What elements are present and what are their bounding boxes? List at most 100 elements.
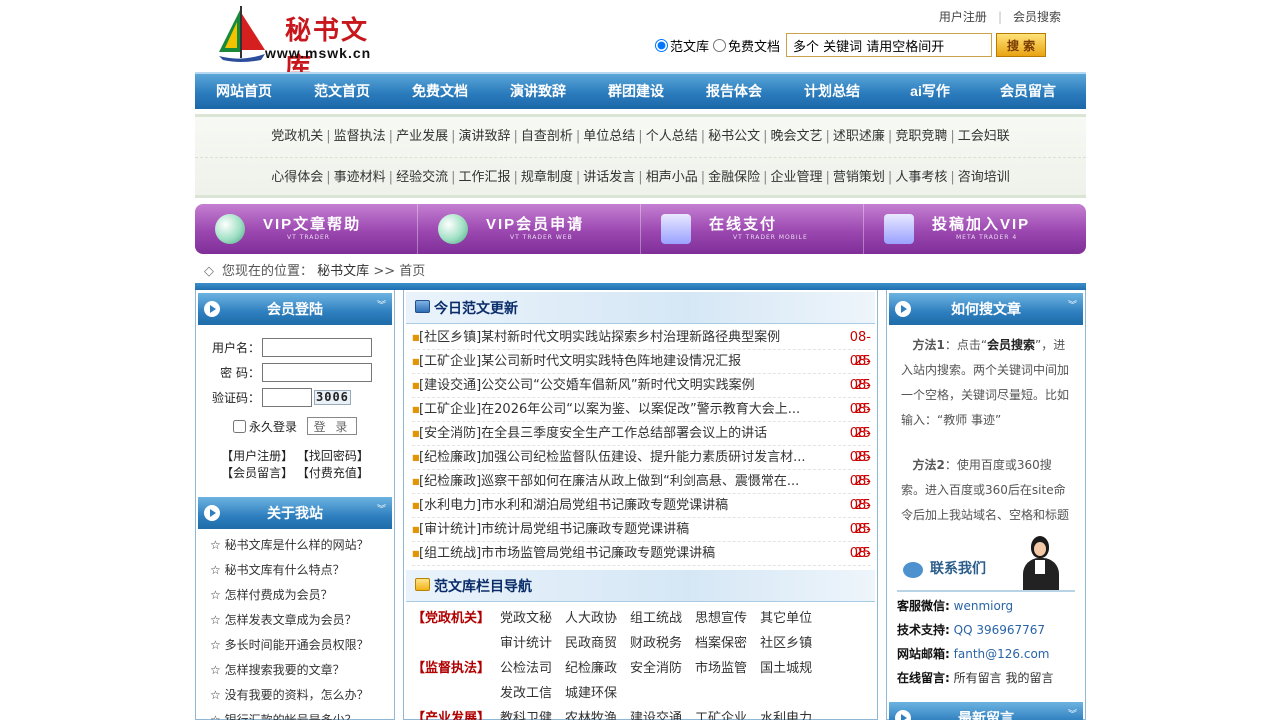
- catnav-link[interactable]: 思想宣传: [695, 606, 747, 631]
- message-links[interactable]: 所有留言 我的留言: [954, 671, 1054, 685]
- remember-checkbox[interactable]: [232, 419, 246, 433]
- subnav-link[interactable]: 金融保险: [708, 170, 760, 185]
- nav-group-building[interactable]: 群团建设: [587, 74, 685, 109]
- nav-reports[interactable]: 报告体会: [685, 74, 783, 109]
- news-item[interactable]: ■ [安全消防] 在全县三季度安全生产工作总结部署会议上的讲话 08-25: [412, 422, 871, 465]
- nav-fanwen-home[interactable]: 范文首页: [293, 74, 391, 109]
- catnav-link[interactable]: 水利电力: [760, 706, 812, 720]
- breadcrumb-home-link[interactable]: 秘书文库: [317, 264, 369, 279]
- subnav-link[interactable]: 述职述廉: [833, 129, 885, 144]
- subnav-link[interactable]: 营销策划: [833, 170, 885, 185]
- captcha-image[interactable]: 3006: [314, 390, 351, 405]
- news-title[interactable]: 市统计局党组书记廉政专题党课讲稿: [481, 518, 831, 541]
- news-category[interactable]: [审计统计]: [419, 518, 481, 541]
- vip-help-button[interactable]: VIP文章帮助 VT TRADER: [195, 204, 418, 254]
- news-title[interactable]: 市水利和湖泊局党组书记廉政专题党课讲稿: [481, 494, 831, 517]
- subnav-link[interactable]: 人事考核: [895, 170, 947, 185]
- catnav-link[interactable]: 教科卫健: [500, 706, 552, 720]
- subnav-link[interactable]: 经验交流: [396, 170, 448, 185]
- news-title[interactable]: 在2026年公司“以案为鉴、以案促改”警示教育大会上...: [481, 398, 831, 421]
- news-category[interactable]: [安全消防]: [419, 422, 481, 445]
- catnav-link[interactable]: 其它单位: [760, 606, 812, 631]
- submit-vip-button[interactable]: 投稿加入VIP META TRADER 4: [864, 204, 1086, 254]
- nav-free-docs[interactable]: 免费文档: [391, 74, 489, 109]
- news-title[interactable]: 某村新时代文明实践站探索乡村治理新路径典型案例: [481, 326, 831, 349]
- news-item[interactable]: ■[组工统战]市市场监管局党组书记廉政专题党课讲稿 08-25: [412, 542, 871, 585]
- catnav-link[interactable]: 社区乡镇: [760, 631, 812, 656]
- password-input[interactable]: [262, 363, 372, 382]
- subnav-link[interactable]: 规章制度: [521, 170, 573, 185]
- news-item[interactable]: ■ [工矿企业] 某公司新时代文明实践特色阵地建设情况汇报 08-25: [412, 350, 871, 393]
- news-category[interactable]: [水利电力]: [419, 494, 481, 517]
- captcha-input[interactable]: [262, 388, 312, 407]
- news-item[interactable]: ■ [水利电力] 市水利和湖泊局党组书记廉政专题党课讲稿 08-25: [412, 494, 871, 537]
- catnav-link[interactable]: 城建环保: [565, 681, 617, 706]
- nav-plans[interactable]: 计划总结: [783, 74, 881, 109]
- faq-item[interactable]: ☆ 怎样搜索我要的文章？: [210, 658, 394, 683]
- news-category[interactable]: [社区乡镇]: [419, 326, 481, 349]
- news-item[interactable]: ■ [建设交通] 公交公司“公交婚车倡新风”新时代文明实践案例 08-25: [412, 374, 871, 417]
- subnav-link[interactable]: 秘书公文: [708, 129, 760, 144]
- subnav-link[interactable]: 晚会文艺: [771, 129, 823, 144]
- news-title[interactable]: 在全县三季度安全生产工作总结部署会议上的讲话: [481, 422, 831, 445]
- news-category[interactable]: [建设交通]: [419, 374, 481, 397]
- search-option-free-label[interactable]: 免费文档: [728, 36, 780, 55]
- news-category[interactable]: [工矿企业]: [419, 350, 481, 373]
- subnav-link[interactable]: 党政机关: [271, 129, 323, 144]
- catnav-group-name[interactable]: 【产业发展】: [412, 706, 500, 720]
- news-category[interactable]: [工矿企业]: [419, 398, 481, 421]
- catnav-link[interactable]: 民政商贸: [565, 631, 617, 656]
- catnav-link[interactable]: 农林牧渔: [565, 706, 617, 720]
- online-pay-button[interactable]: 在线支付 VT TRADER MOBILE: [641, 204, 864, 254]
- subnav-link[interactable]: 事迹材料: [334, 170, 386, 185]
- subnav-link[interactable]: 工作汇报: [458, 170, 510, 185]
- search-option-fanwen-radio[interactable]: [655, 38, 668, 52]
- subnav-link[interactable]: 演讲致辞: [458, 129, 510, 144]
- faq-item[interactable]: ☆ 秘书文库是什么样的网站？: [210, 533, 394, 558]
- support-value[interactable]: QQ 396967767: [954, 623, 1045, 637]
- nav-ai-writing[interactable]: ai写作: [881, 74, 979, 109]
- subnav-link[interactable]: 监督执法: [334, 129, 386, 144]
- news-title[interactable]: 加强公司纪检监督队伍建设、提升能力素质研讨发言材...: [481, 446, 831, 469]
- catnav-link[interactable]: 纪检廉政: [565, 656, 617, 681]
- faq-item[interactable]: ☆ 没有我要的资料，怎么办？: [210, 683, 394, 708]
- catnav-link[interactable]: 工矿企业: [695, 706, 747, 720]
- catnav-link[interactable]: 人大政协: [565, 606, 617, 631]
- catnav-link[interactable]: 建设交通: [630, 706, 682, 720]
- catnav-link[interactable]: 组工统战: [630, 606, 682, 631]
- site-logo[interactable]: 秘书文库 www.mswk.cn: [213, 4, 378, 83]
- subnav-link[interactable]: 企业管理: [771, 170, 823, 185]
- catnav-link[interactable]: 档案保密: [695, 631, 747, 656]
- nav-home[interactable]: 网站首页: [195, 74, 293, 109]
- catnav-group-name[interactable]: 【监督执法】: [412, 656, 500, 706]
- search-option-fanwen-label[interactable]: 范文库: [670, 36, 709, 55]
- news-title[interactable]: 市市场监管局党组书记廉政专题党课讲稿: [481, 542, 831, 565]
- subnav-link[interactable]: 心得体会: [271, 170, 323, 185]
- subnav-link[interactable]: 咨询培训: [958, 170, 1010, 185]
- faq-item[interactable]: ☆ 怎样付费成为会员？: [210, 583, 394, 608]
- faq-item[interactable]: ☆ 多长时间能开通会员权限？: [210, 633, 394, 658]
- login-button[interactable]: 登 录: [307, 417, 357, 435]
- username-input[interactable]: [262, 338, 372, 357]
- subnav-link[interactable]: 讲话发言: [583, 170, 635, 185]
- catnav-link[interactable]: 公检法司: [500, 656, 552, 681]
- news-title[interactable]: 公交公司“公交婚车倡新风”新时代文明实践案例: [481, 374, 831, 397]
- login-links-row-1[interactable]: 【用户注册】 【找回密码】: [196, 448, 394, 465]
- nav-speeches[interactable]: 演讲致辞: [489, 74, 587, 109]
- member-search-link[interactable]: 会员搜索: [1013, 10, 1061, 24]
- catnav-group-name[interactable]: 【党政机关】: [412, 606, 500, 656]
- register-link[interactable]: 用户注册: [939, 10, 987, 24]
- login-links-row-2[interactable]: 【会员留言】 【付费充值】: [196, 465, 394, 482]
- news-category[interactable]: [纪检廉政]: [419, 446, 481, 469]
- catnav-link[interactable]: 审计统计: [500, 631, 552, 656]
- subnav-link[interactable]: 产业发展: [396, 129, 448, 144]
- subnav-link[interactable]: 工会妇联: [958, 129, 1010, 144]
- email-link[interactable]: fanth@126.com: [954, 647, 1050, 661]
- method-1-key[interactable]: 会员搜索: [987, 338, 1035, 352]
- subnav-link[interactable]: 相声小品: [646, 170, 698, 185]
- search-input[interactable]: [786, 33, 993, 57]
- subnav-link[interactable]: 竞职竞聘: [895, 129, 947, 144]
- news-title[interactable]: 某公司新时代文明实践特色阵地建设情况汇报: [481, 350, 831, 373]
- news-title[interactable]: 巡察干部如何在廉洁从政上做到“利剑高悬、震慑常在...: [481, 470, 831, 493]
- catnav-link[interactable]: 财政税务: [630, 631, 682, 656]
